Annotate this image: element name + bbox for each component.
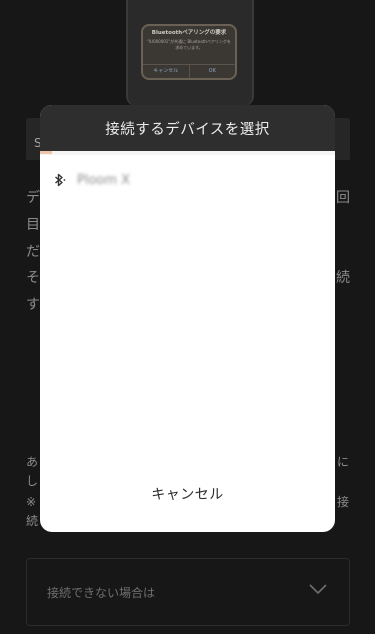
phone-pairing-alert: Bluetoothペアリングの要求 "IU000001"が共通に Bluetoo… (141, 24, 237, 80)
background-text: 接 (337, 495, 350, 509)
background-text: だ (26, 244, 40, 260)
scan-progress-fill (40, 151, 52, 154)
phone-alert-message: "IU000001"が共通に Bluetoothペアリングを求めています。 (147, 39, 231, 50)
bluetooth-icon (55, 173, 66, 187)
background-text: 続 (336, 270, 350, 286)
chevron-down-icon (309, 584, 327, 595)
background-text: ※ (26, 495, 37, 509)
background-text: あ (26, 455, 39, 469)
device-list-item[interactable]: Ploom X (40, 165, 335, 195)
cancel-button[interactable]: キャンセル (40, 480, 335, 508)
phone-alert-ok: OK (188, 65, 236, 78)
phone-alert-title: Bluetoothペアリングの要求 (151, 30, 227, 36)
device-name: Ploom X (77, 172, 131, 188)
background-text: そ (26, 270, 40, 286)
faq-accordion: 接続できない場合は (26, 558, 350, 626)
background-text: す (26, 297, 40, 313)
phone-alert-buttons: キャンセル OK (143, 64, 235, 78)
background-text: に (337, 455, 350, 469)
background-text: 回 (336, 190, 350, 206)
device-select-dialog: 接続するデバイスを選択 Ploom X キャンセル (40, 105, 335, 532)
background-text: デ (26, 190, 40, 206)
faq-label: 接続できない場合は (47, 586, 156, 600)
scan-progress (40, 151, 335, 155)
background-text: し (26, 474, 39, 488)
background-text: 続 (26, 514, 39, 528)
dialog-title: 接続するデバイスを選択 (105, 121, 270, 138)
phone-alert-cancel: キャンセル (153, 68, 179, 74)
background-text: 目 (26, 217, 40, 233)
dialog-header: 接続するデバイスを選択 (40, 105, 335, 151)
